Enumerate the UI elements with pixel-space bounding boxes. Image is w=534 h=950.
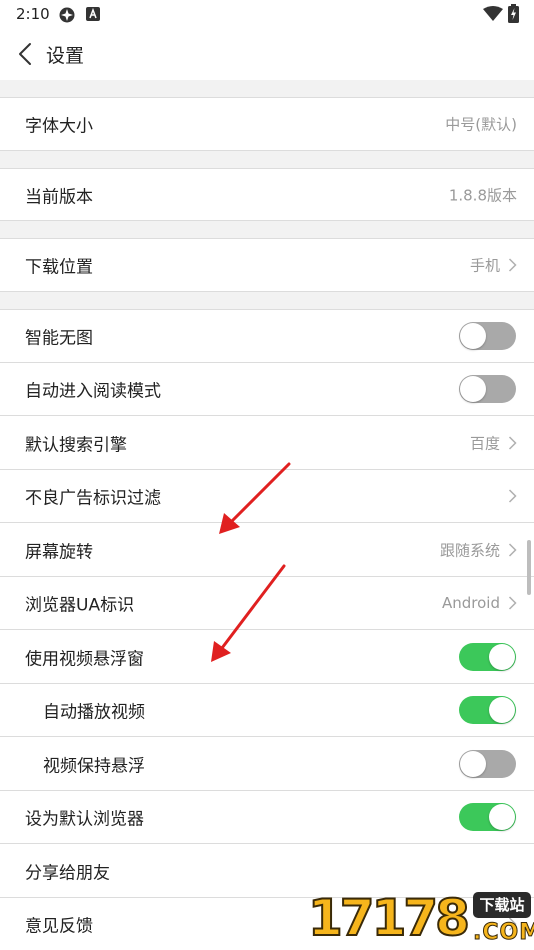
setting-label: 自动播放视频 xyxy=(43,702,145,723)
setting-ad-filter[interactable]: 不良广告标识过滤 xyxy=(0,470,534,523)
setting-label: 智能无图 xyxy=(25,328,93,349)
setting-label: 屏幕旋转 xyxy=(25,542,93,562)
status-time: 2:10 xyxy=(16,5,50,23)
chevron-right-icon xyxy=(508,435,517,450)
setting-label: 自动进入阅读模式 xyxy=(25,381,161,402)
toggle-knob xyxy=(489,804,515,830)
setting-label: 不良广告标识过滤 xyxy=(25,488,161,509)
setting-font-size[interactable]: 字体大小 中号(默认) xyxy=(0,97,534,151)
watermark-logo: 17178 下载站 .COM xyxy=(307,888,534,950)
setting-label: 当前版本 xyxy=(25,187,93,207)
setting-value: 跟随系统 xyxy=(439,541,500,559)
setting-value: 中号(默认) xyxy=(445,115,517,134)
autoplay-video-toggle[interactable] xyxy=(459,696,516,724)
setting-label: 使用视频悬浮窗 xyxy=(25,649,144,669)
setting-default-search-engine[interactable]: 默认搜索引擎 百度 xyxy=(0,416,534,470)
setting-download-location[interactable]: 下载位置 手机 xyxy=(0,238,534,292)
status-bar: 2:10 xyxy=(0,0,534,28)
setting-value: 手机 xyxy=(469,256,500,275)
wifi-icon xyxy=(483,6,503,21)
setting-label: 视频保持悬浮 xyxy=(43,756,145,776)
chevron-right-icon xyxy=(508,596,517,610)
setting-label: 下载位置 xyxy=(25,257,93,278)
setting-auto-reading-mode[interactable]: 自动进入阅读模式 xyxy=(0,363,534,416)
setting-smart-no-image[interactable]: 智能无图 xyxy=(0,309,534,363)
setting-floating-video[interactable]: 使用视频悬浮窗 xyxy=(0,630,534,684)
keep-video-floating-toggle[interactable] xyxy=(459,749,516,778)
setting-label: 意见反馈 xyxy=(25,916,93,937)
watermark-number: 17178 xyxy=(307,888,471,948)
setting-label: 字体大小 xyxy=(25,116,93,137)
toggle-knob xyxy=(460,750,486,777)
setting-value: 百度 xyxy=(469,434,500,452)
set-default-browser-toggle[interactable] xyxy=(459,803,516,831)
smart-no-image-toggle[interactable] xyxy=(459,322,516,350)
chevron-right-icon xyxy=(508,489,517,503)
setting-browser-ua[interactable]: 浏览器UA标识 Android xyxy=(0,577,534,630)
setting-value: Android xyxy=(442,594,500,612)
setting-value: 1.8.8版本 xyxy=(448,186,517,204)
setting-keep-video-floating[interactable]: 视频保持悬浮 xyxy=(0,737,534,791)
chevron-right-icon xyxy=(508,542,517,557)
setting-label: 默认搜索引擎 xyxy=(25,435,127,455)
setting-label: 设为默认浏览器 xyxy=(25,809,144,830)
toggle-knob xyxy=(489,697,515,723)
watermark-domain: .COM xyxy=(472,920,534,946)
toggle-knob xyxy=(460,323,486,349)
chevron-right-icon xyxy=(508,258,517,272)
watermark-badge: 下载站 xyxy=(473,892,531,918)
setting-version[interactable]: 当前版本 1.8.8版本 xyxy=(0,168,534,221)
setting-label: 分享给朋友 xyxy=(25,863,110,883)
vpn-icon xyxy=(59,7,75,23)
page-title: 设置 xyxy=(46,45,85,67)
setting-autoplay-video[interactable]: 自动播放视频 xyxy=(0,684,534,737)
toggle-knob xyxy=(460,376,486,402)
setting-label: 浏览器UA标识 xyxy=(25,595,135,616)
title-bar: 设置 xyxy=(0,28,534,80)
floating-video-toggle[interactable] xyxy=(459,642,516,671)
battery-charging-icon xyxy=(508,4,519,23)
notification-a-icon xyxy=(86,7,100,21)
setting-screen-rotation[interactable]: 屏幕旋转 跟随系统 xyxy=(0,523,534,577)
toggle-knob xyxy=(489,643,515,670)
setting-set-default-browser[interactable]: 设为默认浏览器 xyxy=(0,791,534,844)
scrollbar[interactable] xyxy=(527,540,531,595)
auto-reading-mode-toggle[interactable] xyxy=(459,375,516,403)
chevron-left-icon[interactable] xyxy=(14,40,38,68)
